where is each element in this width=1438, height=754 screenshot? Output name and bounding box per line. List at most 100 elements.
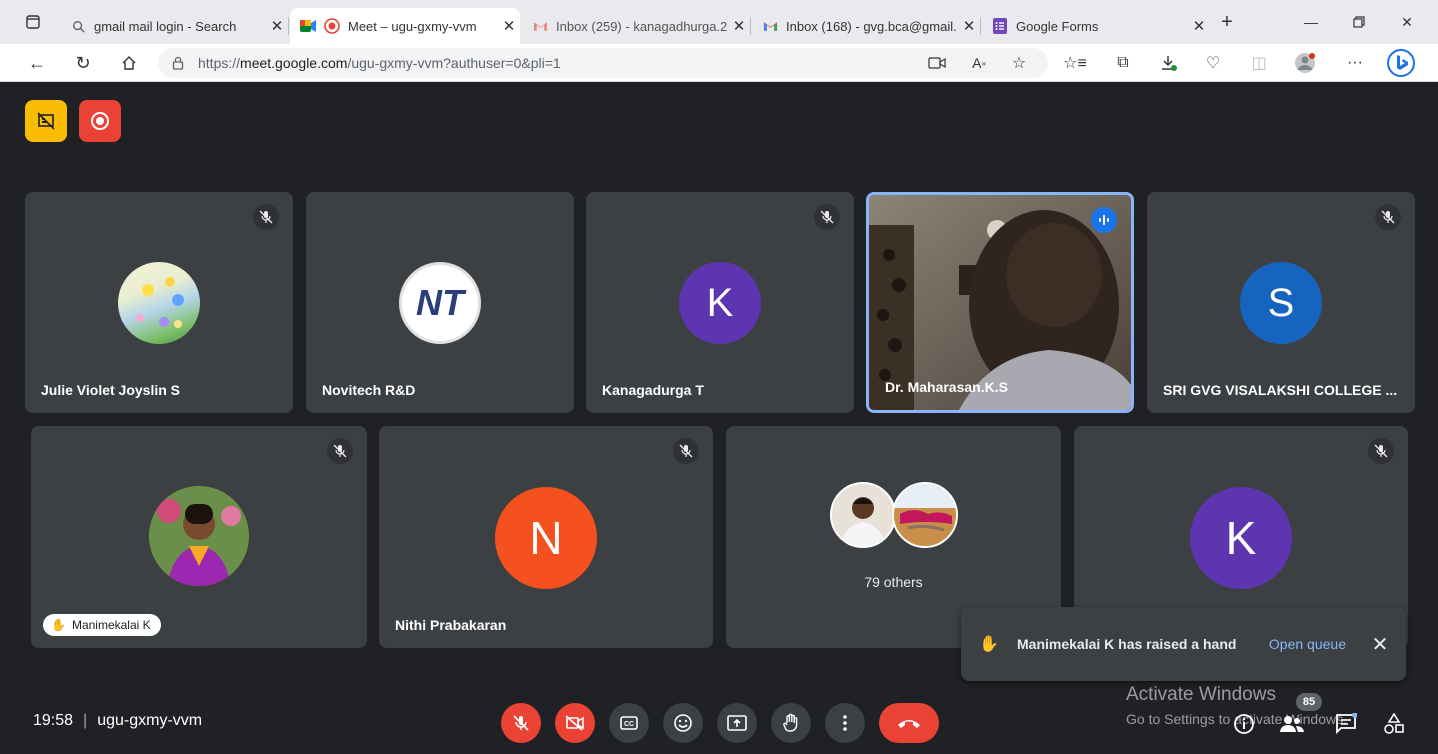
participant-tile[interactable]: S SRI GVG VISALAKSHI COLLEGE ... [1147,192,1415,413]
open-queue-link[interactable]: Open queue [1269,636,1346,652]
lock-icon[interactable] [158,56,198,70]
meeting-details-icon[interactable] [1228,708,1260,740]
browser-tab-inbox-1[interactable]: Inbox (259) - kanagadhurga.2 ✕ [522,8,751,44]
collections-icon[interactable]: ⧉ [1108,48,1138,78]
raised-hand-chip: ✋ Manimekalai K [43,614,161,636]
browser-tab-forms[interactable]: Google Forms ✕ [982,8,1210,44]
close-tab-icon[interactable]: ✕ [266,17,288,35]
meet-icon [300,18,316,34]
read-aloud-icon[interactable]: A» [964,48,994,78]
close-window-icon[interactable]: ✕ [1392,9,1422,35]
participant-tile[interactable]: NT Novitech R&D [306,192,574,413]
avatar: K [1190,487,1292,589]
mic-off-icon [1368,438,1394,464]
mic-off-icon [1375,204,1401,230]
mic-off-icon [253,204,279,230]
browser-tab-search[interactable]: gmail mail login - Search ✕ [60,8,289,44]
activate-windows-heading: Activate Windows [1126,684,1276,705]
raised-hand-icon: ✋ [51,618,66,632]
close-tab-icon[interactable]: ✕ [958,17,980,35]
participant-tile[interactable]: ✋ Manimekalai K [31,426,367,648]
address-bar[interactable]: https://meet.google.com/ugu-gxmy-vvm?aut… [158,48,1048,78]
participant-tile[interactable]: N Nithi Prabakaran [379,426,713,648]
avatar-initial: S [1267,280,1295,325]
microphone-off-button[interactable] [501,703,541,743]
camera-permission-icon[interactable] [922,48,952,78]
gmail-icon [532,18,548,34]
gmail-icon [762,18,778,34]
mic-off-icon [327,438,353,464]
others-avatar-1 [830,482,896,548]
camera-off-button[interactable] [555,703,595,743]
close-tab-icon[interactable]: ✕ [728,17,750,35]
favorite-star-icon[interactable]: ☆ [1004,48,1034,78]
recording-icon[interactable] [79,100,121,142]
activities-icon[interactable] [1378,708,1410,740]
url-host: meet.google.com [240,55,348,71]
tab-title: Inbox (168) - gvg.bca@gmail. [786,18,957,34]
home-icon[interactable] [114,48,144,78]
avatar-initial: K [1225,512,1257,564]
meet-stage: Julie Violet Joyslin S NT Novitech R&D K… [0,82,1438,754]
participant-name: Julie Violet Joyslin S [41,382,181,398]
reactions-button[interactable] [663,703,703,743]
divider: | [83,712,88,729]
health-icon[interactable]: ♡ [1198,48,1228,78]
bing-icon[interactable] [1386,48,1416,78]
raised-hand-toast: ✋ Manimekalai K has raised a hand Open q… [961,607,1406,681]
restore-icon[interactable] [1344,9,1374,35]
tab-title: Google Forms [1016,18,1099,34]
more-options-button[interactable] [825,703,865,743]
participants-icon[interactable] [1276,708,1308,740]
svg-text:CC: CC [624,721,634,728]
downloads-icon[interactable] [1154,48,1184,78]
mic-off-icon [814,204,840,230]
close-icon[interactable]: ✕ [1368,632,1392,657]
browser-toolbar: ← ↻ https://meet.google.com/ugu-gxmy-vvm… [0,44,1438,82]
extension-icon[interactable]: ◫ [1244,48,1274,78]
avatar-initial: K [706,280,734,325]
participant-name: Nithi Prabakaran [395,617,507,633]
others-avatar-2 [892,482,958,548]
refresh-icon[interactable]: ↻ [68,48,98,78]
favorites-icon[interactable]: ☆≡ [1060,48,1090,78]
present-screen-button[interactable] [717,703,757,743]
leave-call-button[interactable] [879,703,939,743]
clock-time: 19:58 [33,712,74,729]
participant-tile[interactable]: K Kanagadurga T [586,192,854,413]
raised-hand-icon: ✋ [979,636,999,653]
browser-tab-meet[interactable]: Meet – ugu-gxmy-vvm ✕ [290,8,520,44]
raised-hand-name: Manimekalai K [71,618,151,632]
chat-icon[interactable] [1330,708,1362,740]
participant-tile-active-speaker[interactable]: Dr. Maharasan.K.S [866,192,1134,413]
participant-name: Novitech R&D [322,382,416,398]
back-icon[interactable]: ← [22,48,52,78]
tab-actions-icon[interactable] [18,9,48,35]
participant-name: SRI GVG VISALAKSHI COLLEGE ... [1163,382,1398,398]
more-menu-icon[interactable]: ··· [1340,48,1370,78]
captions-button[interactable]: CC [609,703,649,743]
close-tab-icon[interactable]: ✕ [498,17,520,35]
participant-video [869,195,1131,410]
url-scheme: https:// [198,55,241,71]
participant-name: Kanagadurga T [602,382,704,398]
avatar: N [495,487,597,589]
new-tab-icon[interactable]: + [1212,9,1242,35]
presentation-off-icon[interactable] [25,100,67,142]
avatar [149,486,249,586]
participant-name: Dr. Maharasan.K.S [885,379,1008,395]
avatar-initials: NT [416,282,464,323]
browser-tab-inbox-2[interactable]: Inbox (168) - gvg.bca@gmail. ✕ [752,8,981,44]
participant-count-badge: 85 [1296,693,1322,711]
speaking-indicator-icon [1091,207,1117,233]
avatar: K [679,262,761,344]
avatar [118,262,200,344]
profile-icon[interactable] [1290,48,1320,78]
close-tab-icon[interactable]: ✕ [1188,17,1210,35]
avatar: S [1240,262,1322,344]
minimize-icon[interactable]: — [1296,9,1326,35]
participant-tile[interactable]: Julie Violet Joyslin S [25,192,293,413]
raise-hand-button[interactable] [771,703,811,743]
browser-tab-strip: gmail mail login - Search ✕ Meet – ugu-g… [0,0,1438,44]
tab-title: Meet – ugu-gxmy-vvm [348,18,477,34]
